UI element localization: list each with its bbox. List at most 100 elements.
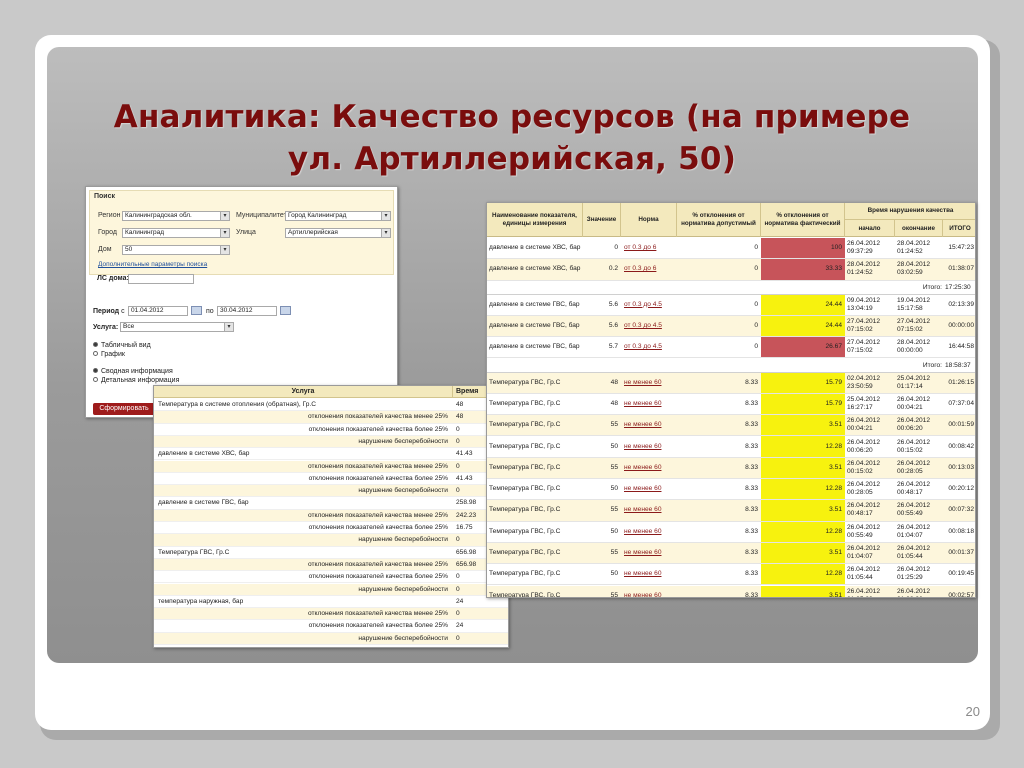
table-row: давление в системе ГВС, бар 5.6 от 0.3 до … — [487, 294, 975, 316]
service-select[interactable]: Все ▾ — [120, 322, 234, 332]
cell-allowed: 8.33 — [745, 549, 758, 557]
cell-end: 19.04.2012 15:17:58 — [897, 296, 931, 312]
cell-allowed: 0 — [754, 244, 758, 252]
cell-actual: 26.67 — [761, 337, 845, 358]
table-row: отклонения показателей качества более 25… — [154, 522, 508, 535]
cell-end: 26.04.2012 01:28:26 — [897, 587, 931, 597]
header-total: ИТОГО — [949, 224, 971, 232]
search-form-window: Поиск Регион Калининградская обл. ▾ Муниц… — [85, 186, 398, 418]
cell-name: давление в системе ГВС, бар — [489, 300, 580, 308]
norm-link[interactable]: не менее 60 — [621, 543, 677, 563]
table-row: отклонения показателей качества менее 25… — [154, 608, 508, 621]
cell-end: 26.04.2012 01:04:07 — [897, 523, 931, 539]
norm-link[interactable]: не менее 60 — [621, 500, 677, 520]
service-name-cell: давление в системе ГВС, бар — [158, 499, 249, 507]
table-row: Температура ГВС, Гр.С 55 не менее 60 8.33 3.… — [487, 500, 975, 522]
info-summary-radio[interactable]: Сводная информация — [93, 368, 173, 375]
cell-value: 50 — [610, 485, 618, 493]
norm-link[interactable]: от 0.3 до 6 — [621, 259, 677, 279]
calendar-icon[interactable] — [191, 306, 202, 315]
chevron-down-icon: ▾ — [224, 323, 233, 331]
house-select[interactable]: 50 ▾ — [122, 245, 230, 255]
table-row: нарушение бесперебойности 0 — [154, 435, 508, 449]
cell-name: давление в системе ГВС, бар — [489, 343, 580, 351]
table-row: Температура в системе отопления (обратна… — [154, 399, 508, 412]
cell-allowed: 0 — [754, 300, 758, 308]
header-value: Значение — [583, 203, 621, 237]
municipality-select[interactable]: Город Калининград ▾ — [285, 211, 391, 221]
norm-link[interactable]: не менее 60 — [621, 436, 677, 456]
norm-link[interactable]: не менее 60 — [621, 373, 677, 393]
norm-link[interactable]: от 0.3 до 6 — [621, 238, 677, 258]
service-value-cell: 48 — [456, 413, 464, 421]
chevron-down-icon: ▾ — [381, 212, 390, 220]
cell-actual: 24.44 — [761, 315, 845, 337]
service-value-cell: 41.43 — [456, 474, 473, 482]
cell-total: 01:38:07 — [948, 265, 974, 273]
info-detail-radio[interactable]: Детальная информация — [93, 377, 179, 384]
period-from-input[interactable]: 01.04.2012 — [128, 306, 188, 316]
table-row: давление в системе ХВС, бар 41.43 — [154, 448, 508, 461]
cell-total: 00:01:37 — [948, 549, 974, 557]
cell-end: 26.04.2012 00:15:02 — [897, 438, 931, 454]
table-row: Температура ГВС, Гр.С 50 не менее 60 8.33 12… — [487, 521, 975, 543]
cell-allowed: 8.33 — [745, 421, 758, 429]
cell-value: 55 — [610, 421, 618, 429]
norm-link[interactable]: от 0.3 до 4.5 — [621, 316, 677, 336]
cell-actual: 12.28 — [761, 479, 845, 500]
street-label: Улица — [236, 229, 256, 236]
cell-start: 26.04.2012 09:37:29 — [847, 240, 881, 256]
advanced-search-link[interactable]: Дополнительные параметры поиска — [98, 261, 207, 268]
header-start: начало — [845, 220, 895, 237]
service-name-cell: температура наружная, бар — [158, 597, 244, 605]
header-violation-time: Время нарушения качества — [845, 203, 975, 220]
generate-report-button[interactable]: Сформировать — [93, 403, 155, 415]
norm-link[interactable]: не менее 60 — [621, 522, 677, 542]
slide-title-line-1: Аналитика: Качество ресурсов (на примере — [113, 99, 911, 135]
search-panel-title: Поиск — [94, 193, 116, 200]
norm-link[interactable]: не менее 60 — [621, 415, 677, 435]
account-input[interactable] — [128, 274, 194, 284]
city-select[interactable]: Калининград ▾ — [122, 228, 230, 238]
region-select[interactable]: Калининградская обл. ▾ — [122, 211, 230, 221]
table-row: нарушение бесперебойности 0 — [154, 632, 508, 645]
group-total-label: Итого: — [922, 283, 942, 291]
view-chart-radio[interactable]: График — [93, 351, 125, 358]
cell-start: 09.04.2012 13:04:19 — [847, 296, 881, 312]
table-row: давление в системе ГВС, бар 5.7 от 0.3 до … — [487, 337, 975, 359]
cell-total: 01:26:15 — [948, 378, 974, 386]
period-to-input[interactable]: 30.04.2012 — [217, 306, 277, 316]
cell-actual: 12.28 — [761, 436, 845, 457]
cell-allowed: 8.33 — [745, 463, 758, 471]
cell-total: 00:07:32 — [948, 506, 974, 514]
norm-link[interactable]: не менее 60 — [621, 586, 677, 597]
radio-selected-icon — [93, 368, 98, 373]
street-select[interactable]: Артиллерийская ▾ — [285, 228, 391, 238]
cell-end: 27.04.2012 07:15:02 — [897, 318, 931, 334]
norm-link[interactable]: от 0.3 до 4.5 — [621, 337, 677, 357]
cell-allowed: 0 — [754, 322, 758, 330]
view-table-radio[interactable]: Табличный вид — [93, 342, 151, 349]
cell-name: Температура ГВС, Гр.С — [489, 506, 561, 514]
chevron-down-icon: ▾ — [220, 246, 229, 254]
cell-value: 5.7 — [608, 343, 618, 351]
norm-link[interactable]: не менее 60 — [621, 479, 677, 499]
cell-total: 02:13:39 — [948, 300, 974, 308]
table-row: нарушение бесперебойности 0 — [154, 534, 508, 547]
norm-link[interactable]: от 0.3 до 4.5 — [621, 295, 677, 315]
calendar-icon[interactable] — [280, 306, 291, 315]
cell-total: 00:19:45 — [948, 570, 974, 578]
table-row: отклонения показателей качества менее 25… — [154, 411, 508, 424]
service-value-cell: 0 — [456, 462, 460, 470]
service-value-cell: 41.43 — [456, 450, 473, 458]
table-row: Температура ГВС, Гр.С 50 не менее 60 8.33 12… — [487, 564, 975, 586]
norm-link[interactable]: не менее 60 — [621, 458, 677, 478]
slide-title-line-2: ул. Артиллерийская, 50) — [287, 141, 737, 177]
table-row: Температура ГВС, Гр.С 55 не менее 60 8.33 3.… — [487, 542, 975, 565]
period-to-label: по — [206, 308, 214, 315]
norm-link[interactable]: не менее 60 — [621, 564, 677, 584]
norm-link[interactable]: не менее 60 — [621, 394, 677, 414]
table-row: температура наружная, бар 24 — [154, 596, 508, 609]
service-name-cell: нарушение бесперебойности — [358, 634, 448, 642]
service-name-cell: отклонения показателей качества менее 25… — [307, 413, 448, 421]
